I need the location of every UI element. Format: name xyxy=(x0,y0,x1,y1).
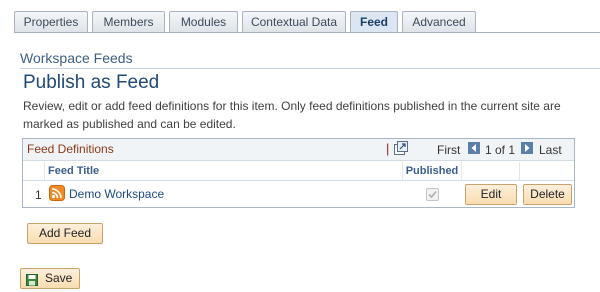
nav-first-link[interactable]: First xyxy=(437,143,460,157)
grid-separator: | xyxy=(386,141,390,156)
save-button-label: Save xyxy=(45,271,73,285)
feed-definitions-grid: Feed Definitions | First 1 of 1 Last Fee… xyxy=(22,138,575,208)
rss-icon xyxy=(49,185,65,201)
save-disk-icon xyxy=(26,273,38,286)
section-divider xyxy=(20,68,600,69)
previous-arrow-icon[interactable] xyxy=(468,142,480,154)
row-index: 1 xyxy=(35,188,42,202)
tab-divider xyxy=(14,32,600,33)
grid-header: Feed Definitions | First 1 of 1 Last xyxy=(23,139,574,161)
save-button[interactable]: Save xyxy=(20,268,80,289)
next-arrow-icon[interactable] xyxy=(521,142,533,154)
grid-title: Feed Definitions xyxy=(27,142,114,156)
table-row: 1 Demo Workspace Edit Delete xyxy=(23,182,574,207)
zoom-icon[interactable] xyxy=(394,141,408,155)
column-header-edit xyxy=(462,162,520,181)
add-feed-button[interactable]: Add Feed xyxy=(27,223,103,244)
delete-button[interactable]: Delete xyxy=(523,184,572,205)
feed-title-link[interactable]: Demo Workspace xyxy=(69,187,164,201)
column-header-delete xyxy=(520,162,574,181)
tab-feed[interactable]: Feed xyxy=(350,11,398,33)
column-header-index xyxy=(23,162,45,181)
column-header-feed-title: Feed Title xyxy=(45,162,403,181)
tab-properties[interactable]: Properties xyxy=(14,11,88,33)
tab-advanced[interactable]: Advanced xyxy=(402,11,476,33)
edit-button[interactable]: Edit xyxy=(465,184,517,205)
page-count: 1 of 1 xyxy=(485,143,516,157)
page-title: Publish as Feed xyxy=(23,72,160,93)
page-description: Review, edit or add feed definitions for… xyxy=(23,99,561,131)
tab-modules[interactable]: Modules xyxy=(169,11,238,33)
published-checkbox[interactable] xyxy=(426,188,439,201)
tab-members[interactable]: Members xyxy=(92,11,165,33)
nav-last-link[interactable]: Last xyxy=(539,143,562,157)
tab-contextual-data[interactable]: Contextual Data xyxy=(242,11,346,33)
column-header-published: Published xyxy=(403,162,462,181)
section-title: Workspace Feeds xyxy=(20,50,133,66)
